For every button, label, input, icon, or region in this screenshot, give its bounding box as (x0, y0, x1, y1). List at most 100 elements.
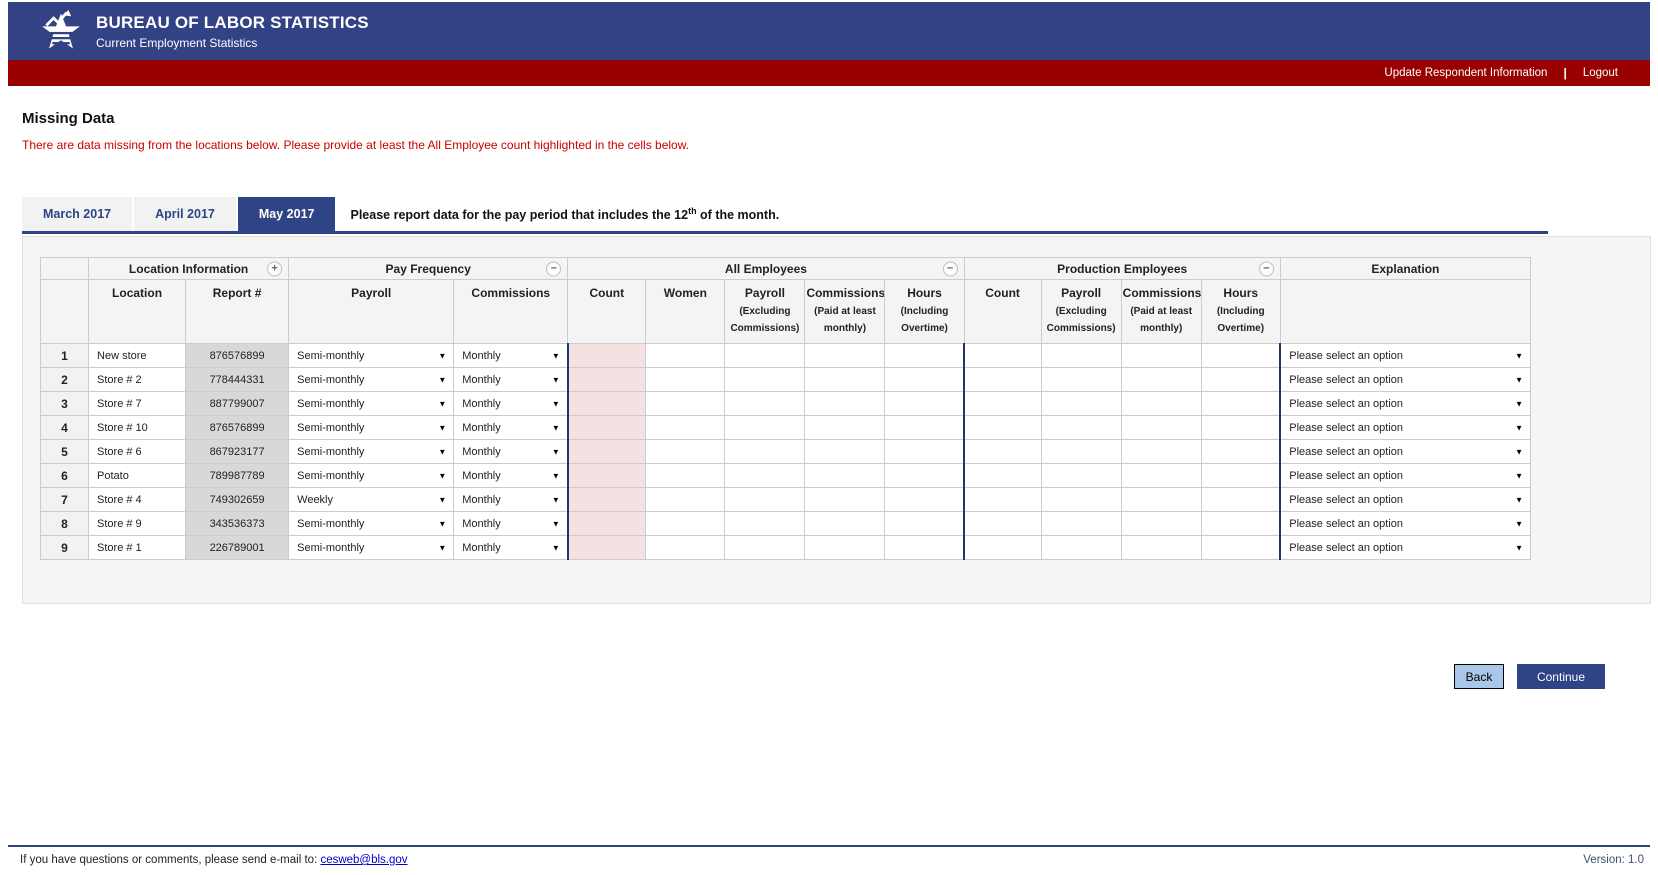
all-employees-count-input[interactable] (566, 439, 647, 464)
payroll-frequency-select[interactable]: Semi-monthly ▼ (288, 511, 455, 536)
all-employees-count-input[interactable] (566, 367, 647, 392)
production-commissions-input[interactable] (1120, 487, 1202, 512)
payroll-frequency-select[interactable]: Semi-monthly ▼ (288, 391, 455, 416)
all-employees-commissions-input[interactable] (804, 463, 886, 488)
all-employees-commissions-input[interactable] (804, 343, 886, 368)
explanation-select[interactable]: Please select an option ▼ (1279, 367, 1532, 392)
all-employees-commissions-input[interactable] (804, 367, 886, 392)
commissions-frequency-select[interactable]: Monthly ▼ (453, 535, 569, 560)
update-respondent-link[interactable]: Update Respondent Information (1384, 67, 1547, 79)
production-count-input[interactable] (963, 463, 1042, 488)
explanation-select[interactable]: Please select an option ▼ (1279, 439, 1532, 464)
all-employees-hours-input[interactable] (884, 367, 965, 392)
production-hours-input[interactable] (1200, 439, 1281, 464)
payroll-frequency-select[interactable]: Semi-monthly ▼ (288, 415, 455, 440)
production-count-input[interactable] (963, 343, 1042, 368)
all-employees-commissions-input[interactable] (804, 439, 886, 464)
explanation-select[interactable]: Please select an option ▼ (1279, 343, 1532, 368)
payroll-frequency-select[interactable]: Semi-monthly ▼ (288, 439, 455, 464)
all-employees-payroll-input[interactable] (724, 487, 806, 512)
production-count-input[interactable] (963, 391, 1042, 416)
all-employees-payroll-input[interactable] (724, 415, 806, 440)
explanation-select[interactable]: Please select an option ▼ (1279, 535, 1532, 560)
all-employees-count-input[interactable] (566, 343, 647, 368)
production-hours-input[interactable] (1200, 487, 1281, 512)
production-commissions-input[interactable] (1120, 391, 1202, 416)
commissions-frequency-select[interactable]: Monthly ▼ (453, 511, 569, 536)
logout-link[interactable]: Logout (1583, 67, 1618, 79)
production-hours-input[interactable] (1200, 511, 1281, 536)
production-commissions-input[interactable] (1120, 535, 1202, 560)
production-commissions-input[interactable] (1120, 415, 1202, 440)
payroll-frequency-select[interactable]: Semi-monthly ▼ (288, 367, 455, 392)
commissions-frequency-select[interactable]: Monthly ▼ (453, 415, 569, 440)
all-employees-commissions-input[interactable] (804, 391, 886, 416)
production-payroll-input[interactable] (1040, 511, 1122, 536)
production-count-input[interactable] (963, 487, 1042, 512)
all-employees-payroll-input[interactable] (724, 439, 806, 464)
continue-button[interactable]: Continue (1517, 664, 1605, 689)
production-hours-input[interactable] (1200, 463, 1281, 488)
payroll-frequency-select[interactable]: Semi-monthly ▼ (288, 463, 455, 488)
collapse-icon[interactable]: − (546, 261, 562, 276)
all-employees-payroll-input[interactable] (724, 511, 806, 536)
production-payroll-input[interactable] (1040, 463, 1122, 488)
collapse-icon[interactable]: − (1258, 261, 1274, 276)
all-employees-hours-input[interactable] (884, 463, 965, 488)
explanation-select[interactable]: Please select an option ▼ (1279, 463, 1532, 488)
production-hours-input[interactable] (1200, 367, 1281, 392)
production-payroll-input[interactable] (1040, 535, 1122, 560)
all-employees-women-input[interactable] (645, 511, 726, 536)
commissions-frequency-select[interactable]: Monthly ▼ (453, 439, 569, 464)
explanation-select[interactable]: Please select an option ▼ (1279, 511, 1532, 536)
production-commissions-input[interactable] (1120, 367, 1202, 392)
production-count-input[interactable] (963, 367, 1042, 392)
tab-april-2017[interactable]: April 2017 (134, 197, 236, 231)
all-employees-women-input[interactable] (645, 463, 726, 488)
all-employees-women-input[interactable] (645, 439, 726, 464)
production-commissions-input[interactable] (1120, 343, 1202, 368)
all-employees-commissions-input[interactable] (804, 487, 886, 512)
production-payroll-input[interactable] (1040, 343, 1122, 368)
all-employees-payroll-input[interactable] (724, 535, 806, 560)
all-employees-count-input[interactable] (566, 535, 647, 560)
production-hours-input[interactable] (1200, 343, 1281, 368)
explanation-select[interactable]: Please select an option ▼ (1279, 487, 1532, 512)
commissions-frequency-select[interactable]: Monthly ▼ (453, 343, 569, 368)
all-employees-count-input[interactable] (566, 463, 647, 488)
all-employees-women-input[interactable] (645, 535, 726, 560)
all-employees-count-input[interactable] (566, 415, 647, 440)
production-payroll-input[interactable] (1040, 367, 1122, 392)
contact-email-link[interactable]: cesweb@bls.gov (320, 854, 407, 866)
tab-may-2017[interactable]: May 2017 (237, 197, 336, 231)
production-payroll-input[interactable] (1040, 439, 1122, 464)
all-employees-count-input[interactable] (566, 511, 647, 536)
commissions-frequency-select[interactable]: Monthly ▼ (453, 487, 569, 512)
production-commissions-input[interactable] (1120, 463, 1202, 488)
all-employees-women-input[interactable] (645, 343, 726, 368)
all-employees-payroll-input[interactable] (724, 367, 806, 392)
commissions-frequency-select[interactable]: Monthly ▼ (453, 367, 569, 392)
production-hours-input[interactable] (1200, 391, 1281, 416)
all-employees-hours-input[interactable] (884, 343, 965, 368)
production-hours-input[interactable] (1200, 415, 1281, 440)
all-employees-hours-input[interactable] (884, 439, 965, 464)
production-payroll-input[interactable] (1040, 415, 1122, 440)
production-payroll-input[interactable] (1040, 487, 1122, 512)
all-employees-count-input[interactable] (566, 391, 647, 416)
all-employees-commissions-input[interactable] (804, 511, 886, 536)
all-employees-payroll-input[interactable] (724, 391, 806, 416)
payroll-frequency-select[interactable]: Semi-monthly ▼ (288, 343, 455, 368)
back-button[interactable]: Back (1454, 664, 1504, 689)
explanation-select[interactable]: Please select an option ▼ (1279, 391, 1532, 416)
commissions-frequency-select[interactable]: Monthly ▼ (453, 463, 569, 488)
all-employees-hours-input[interactable] (884, 391, 965, 416)
all-employees-payroll-input[interactable] (724, 463, 806, 488)
collapse-icon[interactable]: − (942, 261, 958, 276)
production-count-input[interactable] (963, 511, 1042, 536)
production-count-input[interactable] (963, 415, 1042, 440)
all-employees-women-input[interactable] (645, 367, 726, 392)
all-employees-hours-input[interactable] (884, 487, 965, 512)
all-employees-women-input[interactable] (645, 487, 726, 512)
production-payroll-input[interactable] (1040, 391, 1122, 416)
